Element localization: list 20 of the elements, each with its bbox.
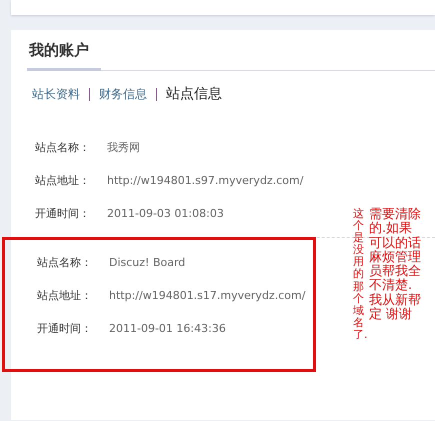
tab[interactable]: 站长资料 [32, 86, 80, 102]
field-label: 站点地址： [35, 173, 91, 189]
field-value: http://w194801.s97.myverydz.com/ [107, 173, 304, 189]
field-value: Discuz! Board [109, 255, 186, 271]
field-label: 站点名称： [35, 140, 91, 156]
tab-divider [156, 88, 157, 100]
tab-divider [89, 88, 90, 100]
field-value: 我秀网 [107, 140, 140, 156]
field-label: 开通时间： [37, 321, 93, 337]
field-label: 开通时间： [35, 206, 91, 222]
page-title: 我的账户 [27, 38, 101, 71]
field-value: 2011-09-01 16:43:36 [109, 321, 226, 337]
field-value: http://w194801.s17.myverydz.com/ [109, 288, 306, 304]
field-value: 2011-09-03 01:08:03 [107, 206, 224, 222]
field-label: 站点地址： [37, 288, 93, 304]
annotation-note: 这个是没用的那个域名了. [353, 208, 364, 342]
tab[interactable]: 站点信息 [166, 85, 222, 103]
field-label: 站点名称： [37, 255, 93, 271]
annotation-note: 需要清除的.如果可以的话麻烦管理员帮我全不清楚.我从新帮定 谢谢 [369, 208, 421, 322]
tab[interactable]: 财务信息 [99, 86, 147, 102]
